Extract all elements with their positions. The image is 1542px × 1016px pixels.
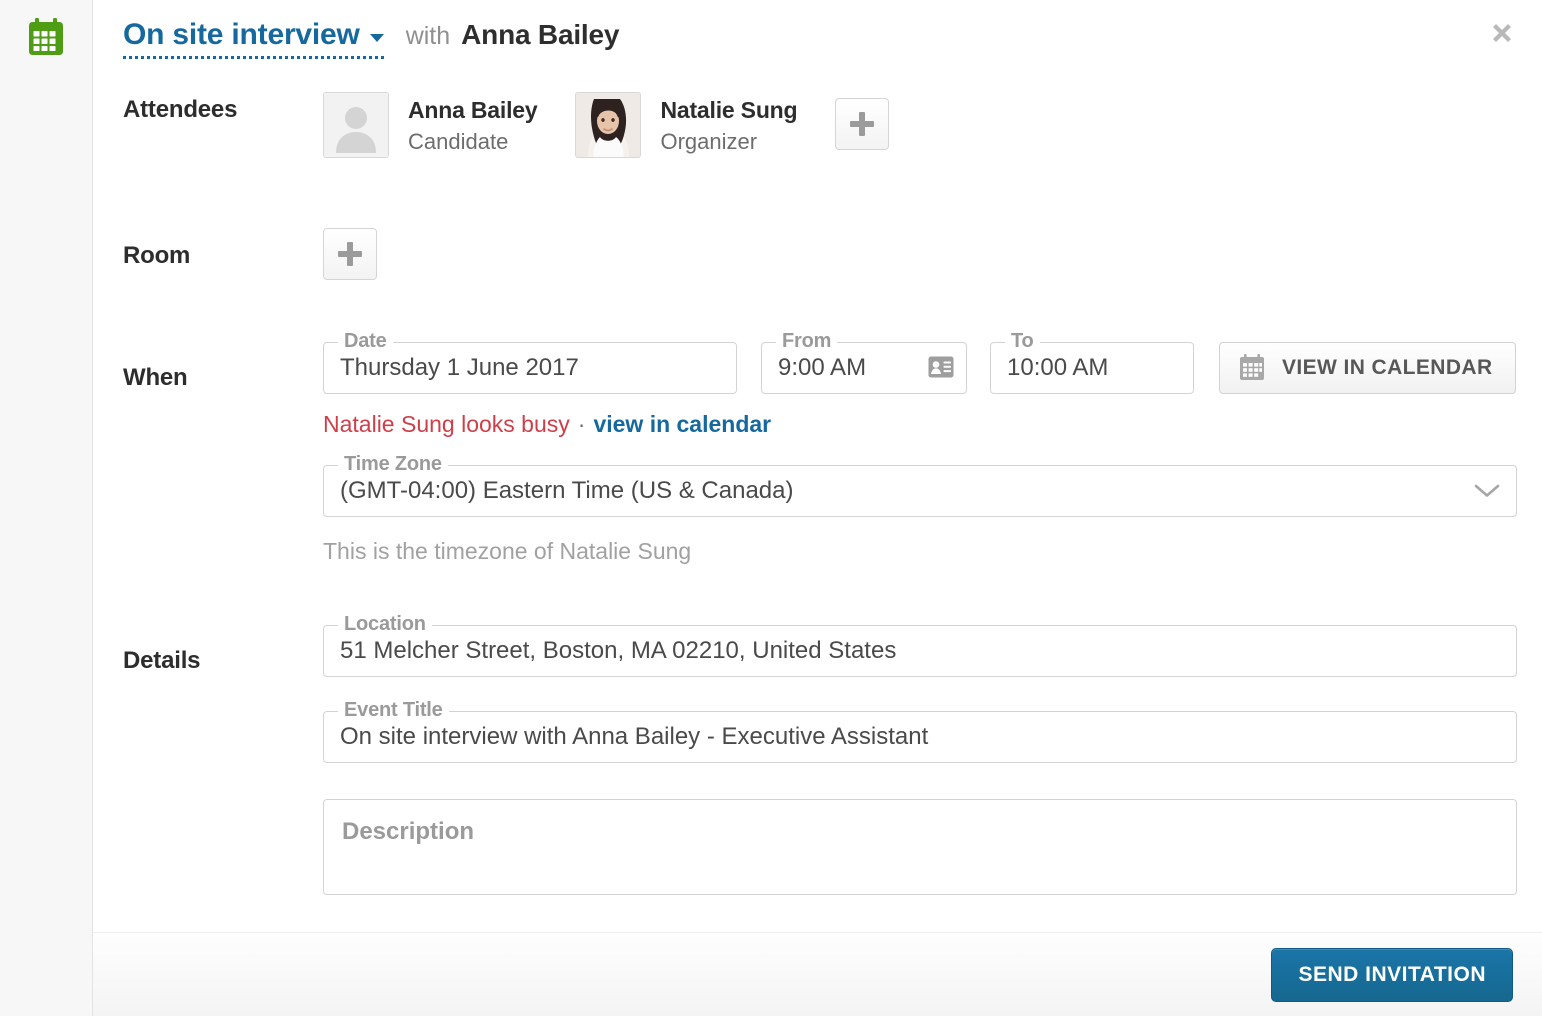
attendee-item[interactable]: Anna Bailey Candidate [323,92,538,158]
location-input[interactable] [324,637,1516,665]
calendar-icon [26,17,66,57]
avatar [323,92,389,158]
time-zone-value: (GMT-04:00) Eastern Time (US & Canada) [340,477,794,504]
chevron-down-icon [369,34,384,42]
time-zone-select[interactable]: Time Zone (GMT-04:00) Eastern Time (US &… [323,453,1517,517]
close-icon [1489,20,1515,49]
to-time-input[interactable] [991,354,1193,382]
close-button[interactable] [1484,16,1520,52]
candidate-name: Anna Bailey [461,19,620,50]
date-field[interactable]: Date [323,330,737,394]
dialog-panel: On site interview with Anna Bailey Atten… [93,0,1542,1016]
attendee-meta: Anna Bailey Candidate [408,92,538,156]
dialog-footer: SEND INVITATION [93,932,1542,1016]
dialog-header: On site interview with Anna Bailey [93,0,1542,78]
add-attendee-button[interactable] [835,98,890,150]
view-in-calendar-label: VIEW IN CALENDAR [1282,356,1493,379]
add-room-button[interactable] [323,228,377,280]
location-legend: Location [338,613,432,636]
attendees-row: Attendees Anna Bailey Candidate Natalie … [93,92,1542,158]
attendee-item[interactable]: Natalie Sung Organizer [575,92,798,158]
attendee-name: Natalie Sung [660,97,798,123]
when-content: Date From [323,330,1542,565]
room-row: Room [93,228,1542,280]
date-field-legend: Date [338,330,393,353]
busy-notice: Natalie Sung looks busy · view in calend… [323,411,1542,438]
schedule-interview-dialog: On site interview with Anna Bailey Atten… [0,0,1542,1016]
view-in-calendar-button[interactable]: VIEW IN CALENDAR [1219,342,1516,394]
description-input[interactable] [340,816,1504,882]
description-field[interactable] [323,799,1517,895]
calendar-icon [1238,353,1266,384]
attendee-meta: Natalie Sung Organizer [660,92,797,156]
to-field[interactable]: To [990,330,1194,394]
room-content [323,228,1542,280]
location-field[interactable]: Location [323,613,1517,677]
event-type-dropdown[interactable]: On site interview [123,20,384,59]
event-title-input[interactable] [324,723,1516,751]
to-field-legend: To [1005,330,1040,353]
busy-separator: · [577,411,586,437]
attendees-label: Attendees [123,96,238,123]
attendee-role: Organizer [660,128,758,154]
details-row: Details Location Event Title [93,613,1542,895]
event-type-label: On site interview [123,18,360,51]
view-in-calendar-link[interactable]: view in calendar [593,411,771,438]
person-placeholder-icon [324,93,388,157]
from-field[interactable]: From [761,330,967,394]
details-content: Location Event Title [323,613,1542,895]
room-label: Room [123,242,191,269]
contact-card-button[interactable] [926,353,956,383]
when-row: When Date From [93,330,1542,565]
attendees-content: Anna Bailey Candidate Natalie Sung Organ… [323,92,1542,158]
avatar [575,92,642,158]
plus-icon [850,112,875,136]
left-rail [0,0,93,1016]
event-title-legend: Event Title [338,699,449,722]
time-zone-legend: Time Zone [338,453,448,476]
plus-icon [338,242,362,266]
when-label: When [123,364,188,391]
attendee-list: Anna Bailey Candidate Natalie Sung Organ… [323,92,1542,158]
dialog-body: On site interview with Anna Bailey Atten… [93,0,1542,932]
busy-text: Natalie Sung looks busy [323,411,570,437]
details-label: Details [123,647,201,674]
chevron-down-icon[interactable] [1472,476,1502,506]
event-title-field[interactable]: Event Title [323,699,1517,763]
with-word: with [405,22,451,50]
send-invitation-button[interactable]: SEND INVITATION [1271,947,1513,1002]
when-fields: Date From [323,330,1542,394]
from-field-legend: From [776,330,838,353]
attendee-name: Anna Bailey [408,97,538,123]
date-input[interactable] [324,354,736,382]
contact-card-icon [928,356,954,381]
time-zone-note: This is the timezone of Natalie Sung [323,538,692,564]
attendee-role: Candidate [408,128,509,154]
header-title-group: On site interview with Anna Bailey [123,0,619,59]
attendee-photo [576,93,641,157]
